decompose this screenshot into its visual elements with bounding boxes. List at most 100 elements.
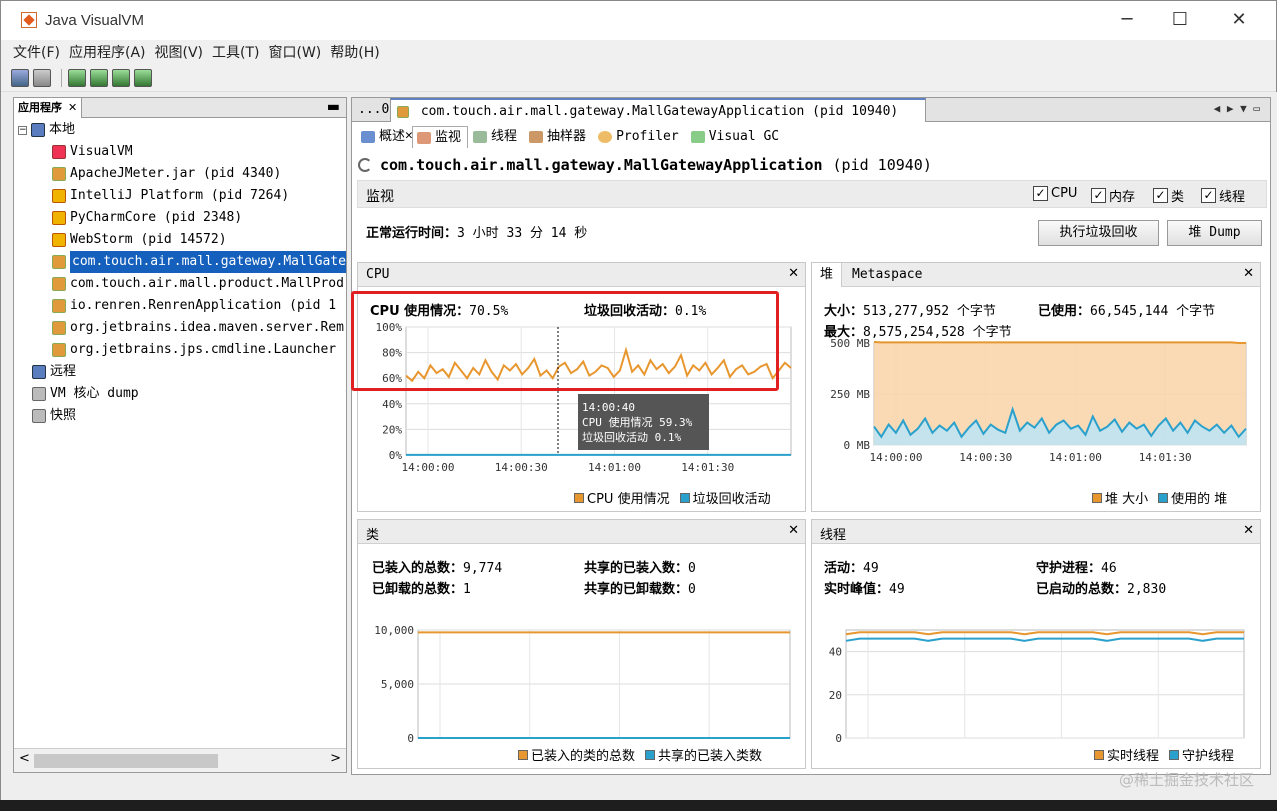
tree-node-app[interactable]: com.touch.air.mall.product.MallProd [52,273,344,295]
legend-label: 使用的 堆 [1171,492,1228,507]
add-snapshot-icon[interactable] [134,68,152,87]
tab-overview[interactable]: 概述 [356,126,412,148]
heap-tab[interactable]: 堆 [812,263,843,287]
tree-node-app[interactable]: org.jetbrains.idea.maven.server.Rem [52,317,344,339]
stat-label: 已使用： [1038,304,1091,319]
tab-label: 抽样器 [547,129,587,144]
classes-checkbox[interactable]: ✓ 类 [1153,186,1184,205]
menu-file[interactable]: 文件(F) [13,42,60,62]
heap-used-stat: 已使用：66,545,144 个字节 [1038,300,1215,319]
close-tab-icon[interactable]: ✕ [68,98,77,118]
tab-visual-gc[interactable]: Visual GC [686,126,786,148]
tree-node-app-selected[interactable]: com.touch.air.mall.gateway.MallGate [52,251,346,273]
heap-size-stat: 大小：513,277,952 个字节 [824,300,996,319]
save-icon[interactable] [33,68,51,87]
close-button[interactable]: ✕ [1216,5,1262,35]
applications-tab[interactable]: 应用程序 ✕ [14,98,83,118]
tree-node-app[interactable]: VisualVM [52,141,133,163]
background-strip [0,800,1277,811]
close-panel-icon[interactable]: ✕ [788,266,799,281]
y-tick-label: 0% [389,449,403,462]
perform-gc-button[interactable]: 执行垃圾回收 [1038,220,1159,246]
tree-node-vm-dump[interactable]: VM 核心 dump [32,383,139,405]
cpu-checkbox[interactable]: ✓ CPU [1033,186,1077,201]
legend-swatch [679,492,690,503]
scroll-left-icon[interactable]: < [19,751,30,766]
tree-node-app[interactable]: ApacheJMeter.jar (pid 4340) [52,163,281,185]
maximize-button[interactable]: ☐ [1157,5,1203,35]
cpu-highlight-box [351,291,779,391]
close-panel-icon[interactable]: ✕ [788,523,799,538]
tree-label: VM 核心 dump [50,386,139,401]
tab-navigation-icon[interactable]: ◀ ▶ ▼ ▭ [1214,102,1260,115]
tab-label: 线程 [491,129,518,144]
tree-node-app[interactable]: PyCharmCore (pid 2348) [52,207,242,229]
metaspace-tab[interactable]: Metaspace [852,267,922,282]
y-tick-label: 0 [835,732,842,744]
tab-sampler[interactable]: 抽样器 [524,126,593,148]
watermark: @稀土掘金技术社区 [1118,771,1254,789]
uptime: 正常运行时间：3 小时 33 分 14 秒 [366,222,587,241]
y-tick-label: 40% [382,398,402,411]
cpu-chart-tooltip: 14:00:40 CPU 使用情况 59.3% 垃圾回收活动 0.1% [578,394,709,450]
collapse-icon[interactable]: − [18,125,27,135]
legend-swatch [1092,492,1102,503]
stat-label: 守护进程： [1036,561,1102,576]
tree-node-app[interactable]: org.jetbrains.jps.cmdline.Launcher [52,339,336,361]
checkbox-checked-icon: ✓ [1091,188,1106,203]
cpu-panel-header: CPU ✕ [358,263,805,287]
menu-help[interactable]: 帮助(H) [330,42,379,62]
tab-label: Profiler [616,129,679,144]
java-icon [52,299,66,313]
horizontal-scrollbar[interactable]: < > [14,748,346,772]
legend-swatch [645,749,656,760]
shared-loaded-stat: 共享的已装入数：0 [584,557,696,576]
close-panel-icon[interactable]: ✕ [1243,523,1254,538]
menu-applications[interactable]: 应用程序(A) [69,42,146,62]
tab-threads[interactable]: 线程 [468,126,524,148]
tree-node-app[interactable]: io.renren.RenrenApplication (pid 1 [52,295,336,317]
tree-node-local[interactable]: − 本地 [18,119,75,141]
series-line [873,341,1246,344]
tab-profiler[interactable]: Profiler [593,126,686,148]
java-icon [52,277,66,291]
tree-node-remote[interactable]: 远程 [32,361,76,383]
tree-node-snapshots[interactable]: 快照 [32,405,76,427]
checkbox-label: 内存 [1109,190,1136,205]
menu-tools[interactable]: 工具(T) [212,42,259,62]
stat-label: 已装入的总数： [372,561,464,576]
tree-label: ApacheJMeter.jar (pid 4340) [70,166,282,181]
menu-view[interactable]: 视图(V) [155,42,204,62]
window-title: Java VisualVM [45,11,144,29]
monitor-section-header: 监视 ✓ CPU ✓ 内存 ✓ 类 ✓ 线程 [357,180,1267,208]
heap-panel-header: 堆 Metaspace ✕ [812,263,1260,287]
monitor-section-title: 监视 [366,189,394,205]
tree-label: IntelliJ Platform (pid 7264) [70,188,290,203]
heap-dump-button[interactable]: 堆 Dump [1167,220,1262,246]
heap-chart: 0 MB 250 MB 500 MB 14:00:00 14:00:30 14:01:00… [830,337,1247,464]
classes-loaded-stat: 已装入的总数：9,774 [372,557,502,576]
tab-monitor[interactable]: 监视 [412,126,469,148]
applications-tab-bar: 应用程序 ✕ ▬ [14,98,346,118]
monitor-icon [417,131,432,144]
menu-window[interactable]: 窗口(W) [269,42,322,62]
legend-label: 实时线程 [1107,749,1160,764]
tree-node-app[interactable]: WebStorm (pid 14572) [52,229,227,251]
add-vm-coredump-icon[interactable] [112,68,130,87]
threads-checkbox[interactable]: ✓ 线程 [1201,186,1245,205]
minimize-button[interactable]: ─ [1104,5,1150,35]
minimize-panel-icon[interactable]: ▬ [327,98,340,116]
scrollbar-thumb[interactable] [34,754,218,768]
active-document-tab[interactable]: com.touch.air.mall.gateway.MallGatewayAp… [390,98,926,143]
add-remote-host-icon[interactable] [90,68,108,87]
visualvm-icon [52,145,66,159]
x-tick-label: 14:01:30 [681,461,734,474]
add-jmx-connection-icon[interactable] [68,68,86,87]
memory-checkbox[interactable]: ✓ 内存 [1091,186,1135,205]
load-snapshot-icon[interactable] [11,68,29,87]
close-panel-icon[interactable]: ✕ [1243,266,1254,281]
view-tabs: 概述 监视 线程 抽样器 Profiler Visual GC [356,126,786,148]
scroll-right-icon[interactable]: > [330,751,341,766]
tree-node-app[interactable]: IntelliJ Platform (pid 7264) [52,185,289,207]
x-tick-label: 14:01:00 [588,461,641,474]
